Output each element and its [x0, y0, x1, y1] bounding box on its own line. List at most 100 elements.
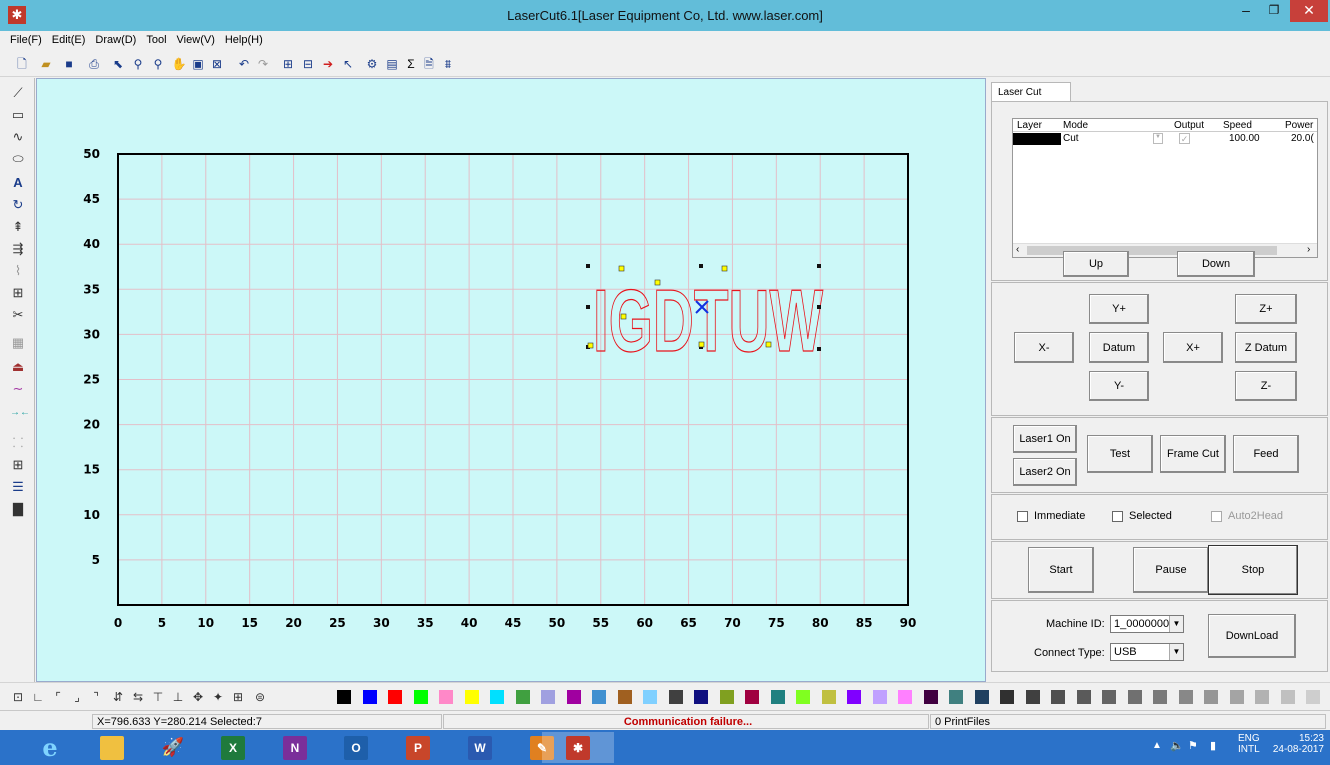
stop-button[interactable]: Stop [1208, 545, 1298, 595]
rocket-app-icon[interactable]: 🚀 [143, 732, 203, 763]
color-swatch[interactable] [388, 690, 402, 704]
y-plus-button[interactable]: Y+ [1089, 294, 1149, 324]
color-swatch[interactable] [668, 690, 683, 704]
path-icon[interactable]: ➔ [320, 56, 336, 72]
node-edit-icon[interactable]: ⌇ [10, 262, 26, 280]
feed-button[interactable]: Feed [1233, 435, 1299, 473]
image-icon[interactable]: ▇ [10, 500, 26, 518]
down-button[interactable]: Down [1177, 251, 1255, 277]
align-horizontal-icon[interactable]: ⇆ [130, 689, 146, 705]
undo-icon[interactable]: ↶ [236, 56, 252, 72]
color-swatch[interactable] [1051, 690, 1065, 704]
color-swatch[interactable] [515, 690, 530, 704]
color-swatch[interactable] [1204, 690, 1218, 704]
line-icon[interactable]: ⟋ [10, 84, 26, 102]
color-swatch[interactable] [847, 690, 861, 704]
import-icon[interactable]: ⎙ [86, 56, 102, 72]
select-icon[interactable]: ⬉ [110, 56, 126, 72]
open-file-icon[interactable]: ▰ [38, 56, 54, 72]
machine-id-select[interactable]: 1_0000000 ▼ [1110, 615, 1184, 633]
network-icon[interactable]: ▮ [1210, 739, 1216, 752]
color-swatch[interactable] [1255, 690, 1269, 704]
preview-icon[interactable]: 🗎 [421, 56, 437, 72]
internet-explorer-icon[interactable]: e [20, 732, 80, 763]
grid-icon[interactable]: ⊞ [10, 284, 26, 302]
color-swatch[interactable] [592, 690, 606, 704]
ellipse-icon[interactable]: ⬭ [10, 150, 26, 168]
sort-icon[interactable]: ☰ [10, 478, 26, 496]
color-swatch[interactable] [1102, 690, 1116, 704]
align-bottom-left-icon[interactable]: ∟ [30, 689, 46, 705]
array-icon[interactable]: ⊞ [10, 456, 26, 474]
scissors-icon[interactable]: ✂ [10, 306, 26, 324]
color-swatch[interactable] [643, 690, 657, 704]
equal-size-icon[interactable]: ⊜ [252, 689, 268, 705]
center-page-icon[interactable]: ⊞ [230, 689, 246, 705]
color-swatch[interactable] [770, 690, 785, 704]
zoom-fit-icon[interactable]: ⊠ [209, 56, 225, 72]
excel-icon[interactable]: X [203, 732, 263, 763]
frame-cut-button[interactable]: Frame Cut [1160, 435, 1226, 473]
distribute-top-icon[interactable]: ⊤ [150, 689, 166, 705]
color-swatch[interactable] [719, 690, 734, 704]
color-swatch[interactable] [745, 690, 759, 704]
redo-icon[interactable]: ↷ [255, 56, 271, 72]
text-icon[interactable]: A [10, 174, 26, 192]
file-explorer-icon[interactable] [82, 732, 142, 763]
speaker-icon[interactable]: 🔈 [1170, 739, 1184, 752]
simulate-icon[interactable]: ⩩ [440, 56, 456, 72]
x-minus-button[interactable]: X- [1014, 332, 1074, 363]
menu-edit[interactable]: Edit(E) [47, 31, 91, 46]
language-indicator[interactable]: ENG INTL [1238, 733, 1260, 755]
canvas-drawing[interactable]: 0 5 10 15 20 25 30 35 40 45 50 55 60 65 70 75 80 85 90 50 4… [37, 79, 987, 683]
new-file-icon[interactable]: 🗋 [14, 56, 30, 72]
sigma-icon[interactable]: Σ [403, 56, 419, 72]
output-checkbox[interactable]: ✓ [1179, 133, 1190, 144]
color-swatch[interactable] [898, 690, 912, 704]
table-row[interactable]: Cut ▼ ✓ 100.00 20.0( [1013, 132, 1317, 146]
color-swatch[interactable] [1229, 690, 1244, 704]
color-swatch[interactable] [821, 690, 836, 704]
color-swatch[interactable] [974, 690, 989, 704]
selected-checkbox[interactable]: Selected [1112, 510, 1172, 522]
clock[interactable]: 15:23 24-08-2017 [1268, 733, 1324, 755]
layer-icon[interactable]: ▤ [384, 56, 400, 72]
align-icon[interactable]: ⇶ [10, 240, 26, 258]
center-horizontal-icon[interactable]: ✦ [210, 689, 226, 705]
horizontal-scrollbar[interactable]: ‹ › [1013, 243, 1317, 257]
rectangle-icon[interactable]: ▭ [10, 106, 26, 124]
color-swatch[interactable] [566, 690, 581, 704]
align-top-left-icon[interactable]: ⌜ [50, 689, 66, 705]
immediate-checkbox[interactable]: Immediate [1017, 510, 1085, 522]
menu-tool[interactable]: Tool [141, 31, 171, 46]
y-minus-button[interactable]: Y- [1089, 371, 1149, 401]
color-swatch[interactable] [1306, 690, 1320, 704]
outlook-icon[interactable]: O [326, 732, 386, 763]
color-swatch[interactable] [439, 690, 453, 704]
node-icon[interactable]: ↖ [340, 56, 356, 72]
immediate-box[interactable] [1017, 510, 1028, 522]
array-icon[interactable]: ⊞ [280, 56, 296, 72]
color-swatch[interactable] [337, 690, 351, 704]
distribute-bottom-icon[interactable]: ⊥ [170, 689, 186, 705]
curve-icon[interactable]: ∿ [10, 128, 26, 146]
menu-help[interactable]: Help(H) [220, 31, 268, 46]
design-text-outline[interactable]: IGDTUW [592, 270, 823, 370]
align-left-icon[interactable]: ⊡ [10, 689, 26, 705]
color-swatch[interactable] [413, 690, 428, 704]
z-datum-button[interactable]: Z Datum [1235, 332, 1297, 363]
onenote-icon[interactable]: N [265, 732, 325, 763]
color-swatch[interactable] [464, 690, 479, 704]
flag-icon[interactable]: ⚑ [1188, 739, 1198, 752]
group-icon[interactable]: ⊟ [300, 56, 316, 72]
color-swatch[interactable] [949, 690, 963, 704]
color-swatch[interactable] [1178, 690, 1193, 704]
datum-button[interactable]: Datum [1089, 332, 1149, 363]
selected-box[interactable] [1112, 510, 1123, 522]
laser1-on-button[interactable]: Laser1 On [1013, 425, 1077, 453]
layer-table[interactable]: Layer Mode Output Speed Power Cut ▼ ✓ 10… [1012, 118, 1318, 258]
zoom-in-icon[interactable]: ⚲ [130, 56, 146, 72]
color-swatch[interactable] [1153, 690, 1167, 704]
color-swatch[interactable] [1000, 690, 1014, 704]
color-swatch[interactable] [490, 690, 504, 704]
